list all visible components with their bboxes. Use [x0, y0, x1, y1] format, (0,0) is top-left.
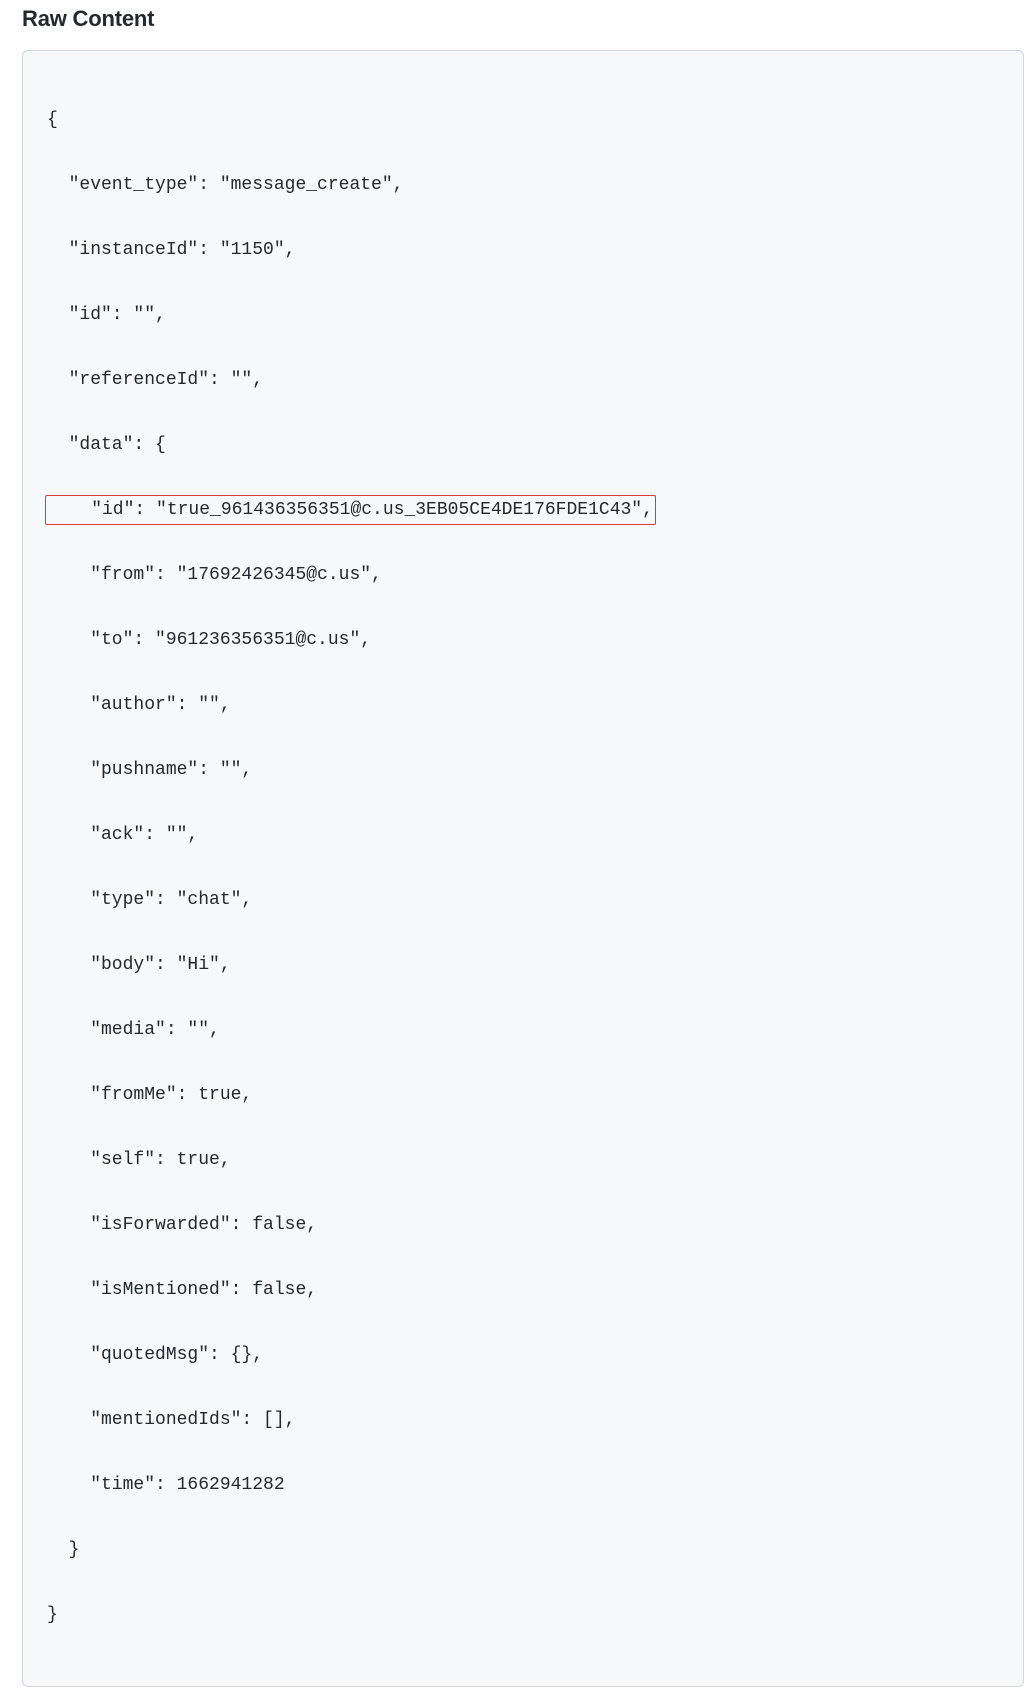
code-line: "mentionedIds": [], — [47, 1404, 999, 1437]
code-line: "id": "", — [47, 299, 999, 332]
section-title: Raw Content — [22, 6, 1024, 32]
code-line: "to": "961236356351@c.us", — [47, 624, 999, 657]
code-line: "author": "", — [47, 689, 999, 722]
code-line: "pushname": "", — [47, 754, 999, 787]
code-line: "fromMe": true, — [47, 1079, 999, 1112]
code-line: { — [47, 104, 999, 137]
code-line: "isMentioned": false, — [47, 1274, 999, 1307]
code-line: "ack": "", — [47, 819, 999, 852]
raw-content-code-block: { "event_type": "message_create", "insta… — [22, 50, 1024, 1687]
code-line: "quotedMsg": {}, — [47, 1339, 999, 1372]
code-line: "media": "", — [47, 1014, 999, 1047]
code-line: "data": { — [47, 429, 999, 462]
code-line: "isForwarded": false, — [47, 1209, 999, 1242]
code-line: "referenceId": "", — [47, 364, 999, 397]
code-line: "self": true, — [47, 1144, 999, 1177]
code-line: "instanceId": "1150", — [47, 234, 999, 267]
highlight-id-line: "id": "true_961436356351@c.us_3EB05CE4DE… — [45, 495, 656, 525]
code-line: "event_type": "message_create", — [47, 169, 999, 202]
code-line: "time": 1662941282 — [47, 1469, 999, 1502]
code-line: "body": "Hi", — [47, 949, 999, 982]
code-line: "from": "17692426345@c.us", — [47, 559, 999, 592]
code-line: } — [47, 1534, 999, 1567]
code-line-highlighted-wrapper: "id": "true_961436356351@c.us_3EB05CE4DE… — [47, 494, 999, 527]
code-line: "type": "chat", — [47, 884, 999, 917]
code-line: } — [47, 1599, 999, 1632]
